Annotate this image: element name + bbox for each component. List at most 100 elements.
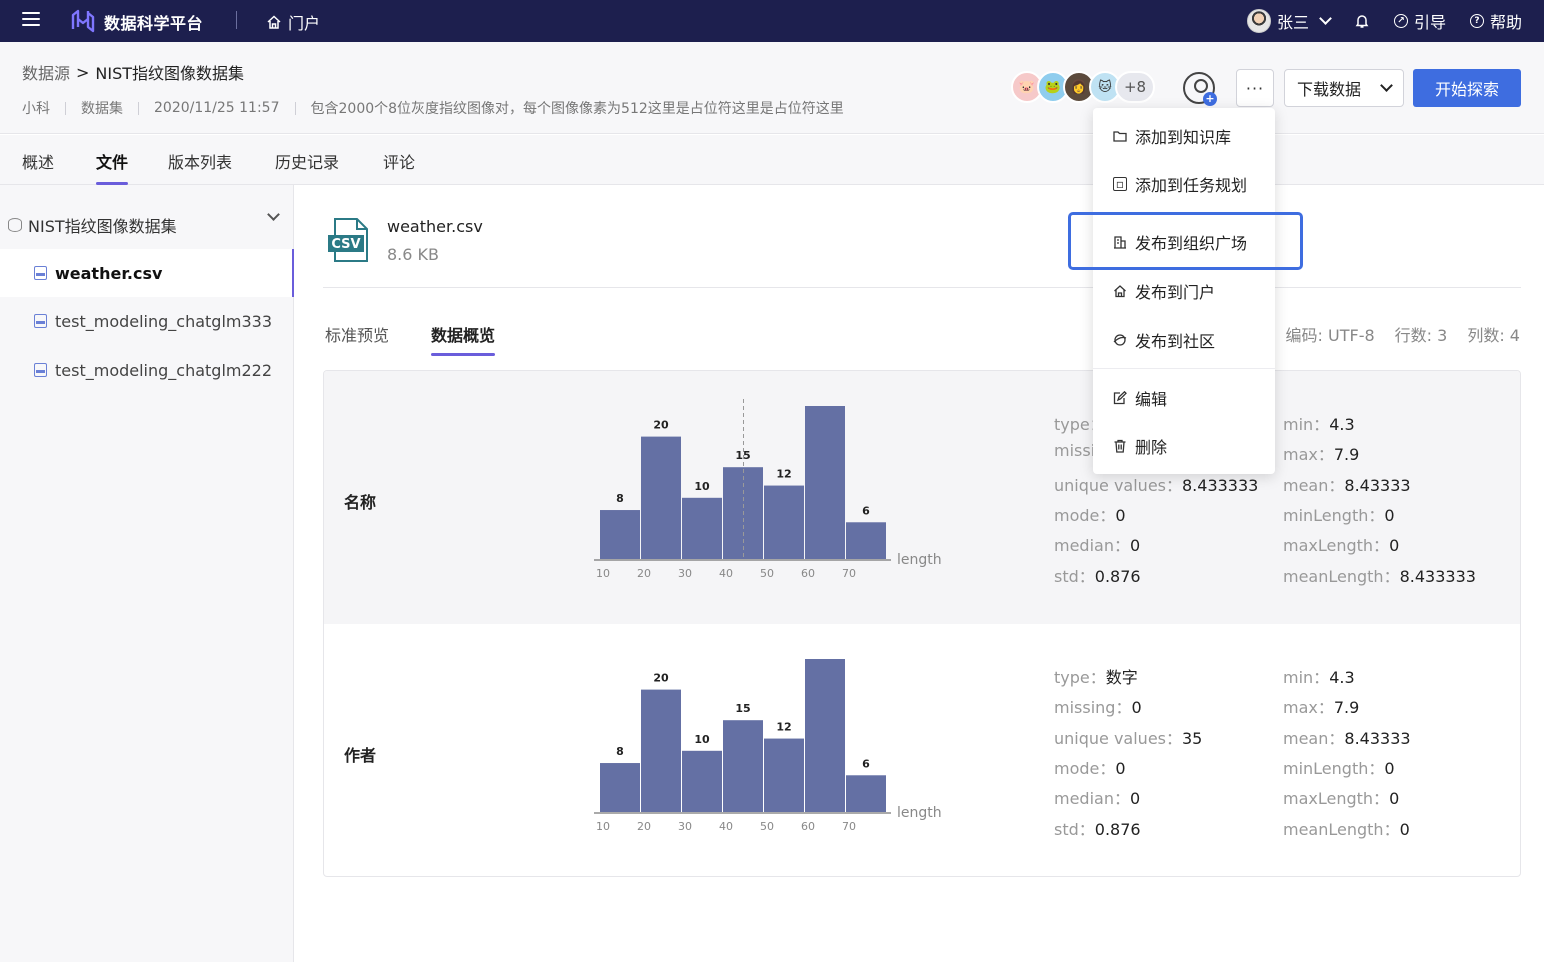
dataset-timestamp: 2020/11/25 11:57 bbox=[154, 100, 280, 116]
histogram-bar bbox=[805, 406, 845, 559]
bar-value-label: 15 bbox=[735, 702, 750, 715]
dataset-description: 包含2000个8位灰度指纹图像对，每个图像像素为512这里是占位符这里是占位符这… bbox=[310, 101, 844, 117]
hamburger-menu-icon[interactable] bbox=[22, 10, 40, 28]
stat-item: mode：0 bbox=[1054, 755, 1126, 779]
menu-item-add-to-task-plan[interactable]: ▫ 添加到任务规划 bbox=[1093, 162, 1275, 206]
column-count-label: 列数: 4 bbox=[1467, 326, 1520, 345]
guide-link[interactable]: ↗ 引导 bbox=[1393, 9, 1446, 33]
tab-versions[interactable]: 版本列表 bbox=[168, 149, 232, 173]
stat-key: min： bbox=[1283, 415, 1330, 434]
help-link[interactable]: ? 帮助 bbox=[1469, 9, 1522, 33]
x-axis-label: length bbox=[897, 552, 942, 568]
stat-item: meanLength：0 bbox=[1283, 816, 1410, 840]
start-explore-button[interactable]: 开始探索 bbox=[1413, 69, 1521, 107]
stat-key: missing： bbox=[1054, 698, 1132, 718]
encoding-label: 编码: UTF-8 bbox=[1285, 326, 1375, 345]
tab-history[interactable]: 历史记录 bbox=[275, 149, 339, 173]
menu-item-publish-to-community[interactable]: 发布到社区 bbox=[1093, 318, 1275, 362]
subtab-standard-preview[interactable]: 标准预览 bbox=[325, 322, 389, 346]
menu-divider bbox=[1093, 212, 1275, 213]
community-icon bbox=[1113, 333, 1127, 347]
stat-key: mean： bbox=[1283, 475, 1345, 495]
menu-item-add-to-knowledge-base[interactable]: 添加到知识库 bbox=[1093, 114, 1275, 158]
chevron-down-icon[interactable] bbox=[267, 208, 280, 221]
stat-item: missing：0 bbox=[1054, 694, 1142, 718]
stat-item: std：0.876 bbox=[1054, 563, 1141, 587]
menu-item-delete[interactable]: 删除 bbox=[1093, 424, 1275, 468]
bar-value-label: 25 bbox=[817, 652, 832, 654]
home-icon bbox=[1113, 284, 1127, 298]
stat-value: 7.9 bbox=[1333, 698, 1360, 718]
stat-key: mode： bbox=[1054, 758, 1116, 778]
platform-name: 数据科学平台 bbox=[104, 14, 204, 33]
x-tick-label: 10 bbox=[596, 820, 610, 833]
user-avatar bbox=[1246, 9, 1271, 33]
stat-key: unique values： bbox=[1054, 728, 1182, 748]
dataset-tabs: 概述 文件 版本列表 历史记录 评论 bbox=[0, 135, 1544, 185]
column-name: 作者 bbox=[344, 746, 377, 765]
stat-key: maxLength： bbox=[1283, 536, 1390, 556]
histogram-bar bbox=[846, 522, 886, 559]
menu-item-publish-to-org-square[interactable]: 发布到组织广场 bbox=[1093, 220, 1275, 264]
tab-comments[interactable]: 评论 bbox=[383, 149, 415, 173]
tab-overview[interactable]: 概述 bbox=[22, 149, 54, 173]
bar-value-label: 8 bbox=[616, 492, 624, 505]
file-item-chatglm222[interactable]: test_modeling_chatglm222 bbox=[0, 346, 294, 394]
menu-item-label: 添加到知识库 bbox=[1135, 128, 1232, 147]
download-data-button[interactable]: 下载数据 bbox=[1284, 69, 1404, 107]
csv-file-icon: CSV bbox=[328, 218, 368, 262]
stat-item: median：0 bbox=[1054, 785, 1140, 809]
stat-item: min：4.3 bbox=[1283, 411, 1355, 435]
platform-logo-icon[interactable] bbox=[70, 7, 96, 33]
home-icon bbox=[267, 15, 281, 29]
stat-key: meanLength： bbox=[1283, 566, 1400, 586]
bar-value-label: 6 bbox=[862, 757, 870, 770]
file-item-chatglm333[interactable]: test_modeling_chatglm333 bbox=[0, 297, 294, 345]
tree-root-label: NIST指纹图像数据集 bbox=[28, 217, 177, 236]
menu-item-publish-to-portal[interactable]: 发布到门户 bbox=[1093, 269, 1275, 313]
tree-root-dataset[interactable]: NIST指纹图像数据集 bbox=[8, 208, 284, 237]
more-actions-button[interactable]: ··· bbox=[1236, 69, 1274, 107]
stat-value: 数字 bbox=[1105, 668, 1138, 687]
dataset-type: 数据集 bbox=[81, 101, 123, 117]
tab-files[interactable]: 文件 bbox=[96, 149, 129, 185]
stat-key: missi bbox=[1054, 441, 1096, 461]
menu-item-label: 编辑 bbox=[1135, 390, 1168, 409]
file-item-weather[interactable]: weather.csv bbox=[0, 249, 294, 297]
x-tick-label: 70 bbox=[842, 567, 856, 580]
stat-value: 0.876 bbox=[1094, 566, 1141, 586]
file-item-label: test_modeling_chatglm222 bbox=[55, 360, 273, 380]
x-tick-label: 70 bbox=[842, 820, 856, 833]
stat-value: 8.433333 bbox=[1182, 475, 1259, 495]
file-item-label: test_modeling_chatglm333 bbox=[55, 311, 273, 331]
histogram-bar bbox=[600, 763, 640, 812]
stat-value: 0 bbox=[1399, 819, 1410, 839]
histogram-bar bbox=[600, 510, 640, 559]
chevron-down-icon bbox=[1380, 79, 1393, 92]
bell-icon[interactable] bbox=[1354, 13, 1370, 29]
folder-icon bbox=[1113, 129, 1127, 143]
subtab-data-overview[interactable]: 数据概览 bbox=[431, 322, 496, 356]
member-avatars[interactable]: 🐷 🐸 👩 🐱 +8 bbox=[1011, 71, 1155, 103]
histogram-bar bbox=[682, 497, 722, 559]
breadcrumb-datasource[interactable]: 数据源 bbox=[22, 60, 70, 84]
stat-item: maxLength：0 bbox=[1283, 532, 1399, 556]
file-icon bbox=[34, 363, 47, 377]
file-icon bbox=[34, 314, 47, 328]
add-member-icon[interactable]: + bbox=[1183, 72, 1217, 106]
stat-key: minLength： bbox=[1283, 758, 1385, 778]
menu-divider bbox=[1093, 368, 1275, 369]
file-name: weather.csv bbox=[387, 217, 483, 236]
bar-value-label: 10 bbox=[694, 733, 710, 746]
stat-key: max： bbox=[1283, 445, 1334, 465]
user-menu[interactable]: 张三 bbox=[1246, 9, 1332, 33]
stat-value: 7.9 bbox=[1333, 445, 1360, 465]
top-navigation-bar: 数据科学平台 门户 张三 ↗ 引导 ? 帮助 bbox=[0, 0, 1544, 42]
member-count-badge[interactable]: +8 bbox=[1115, 71, 1155, 103]
stat-item: mode：0 bbox=[1054, 502, 1126, 526]
portal-link[interactable]: 门户 bbox=[266, 10, 320, 34]
histogram-bar bbox=[805, 659, 845, 812]
x-tick-label: 60 bbox=[801, 567, 815, 580]
stat-key: meanLength： bbox=[1283, 819, 1400, 839]
menu-item-edit[interactable]: 编辑 bbox=[1093, 376, 1275, 420]
